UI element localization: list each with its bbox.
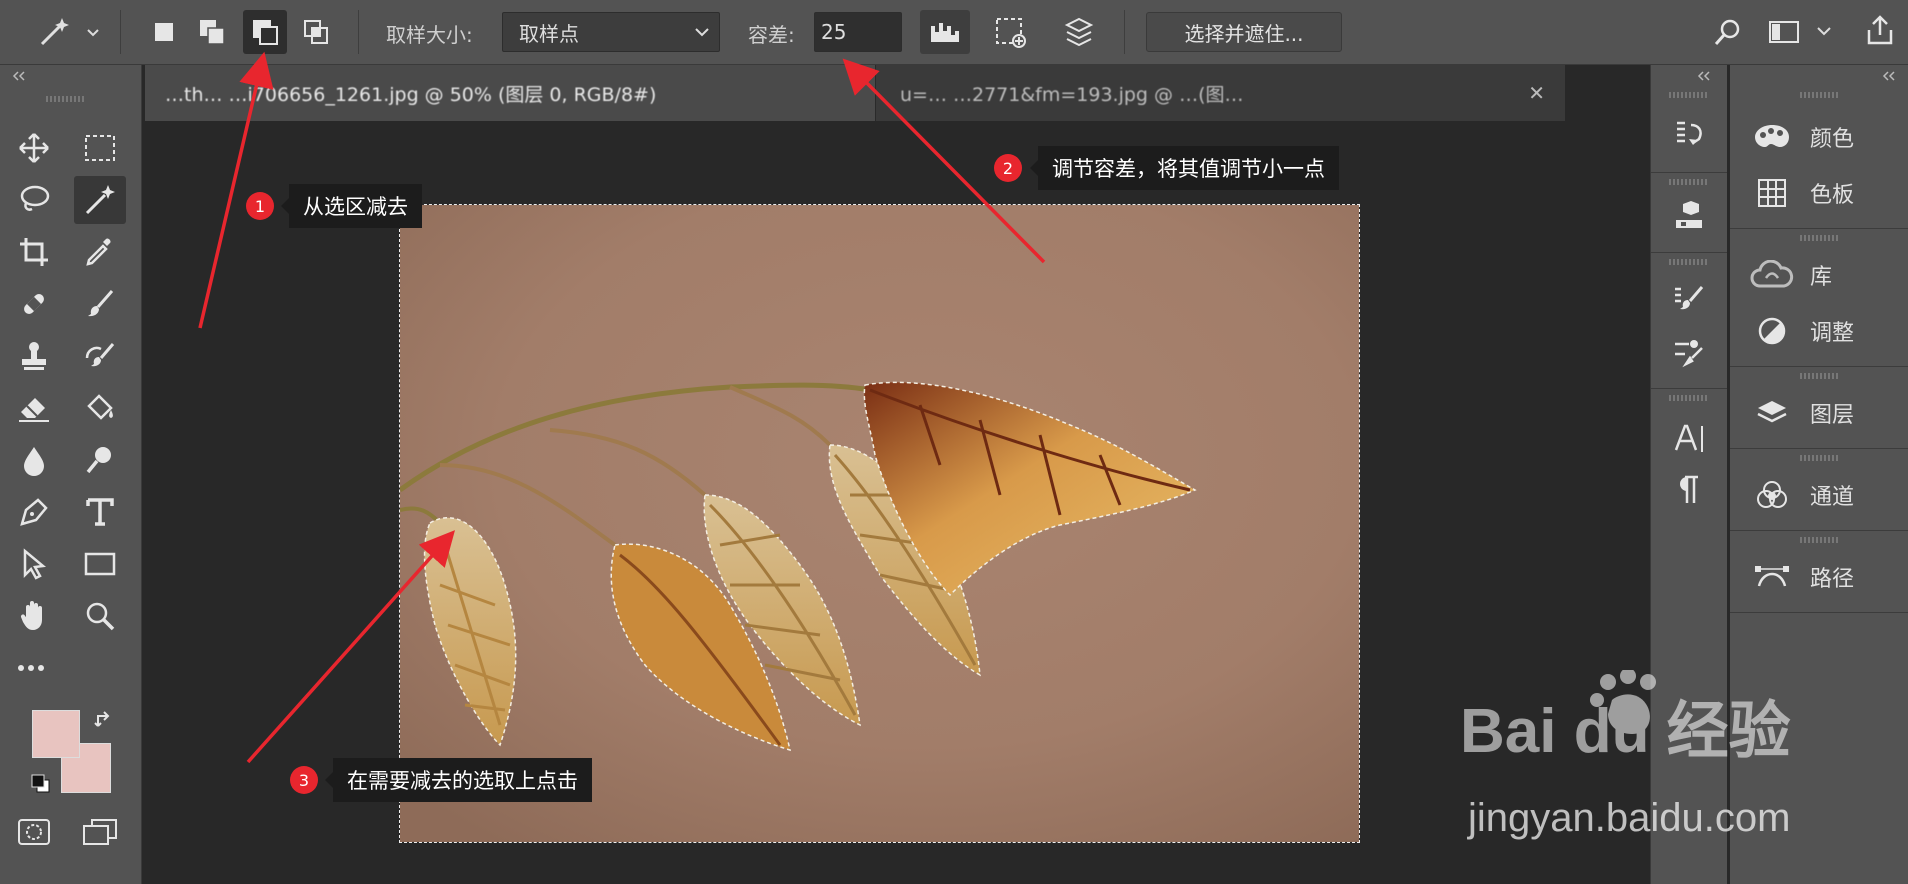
move-tool-icon[interactable]: [8, 124, 60, 172]
clone-stamp-tool-icon[interactable]: [8, 332, 60, 380]
panel-channels[interactable]: 通道: [1730, 469, 1908, 521]
paths-icon: [1748, 562, 1796, 592]
history-panel-icon[interactable]: [1663, 112, 1715, 160]
options-bar: 取样大小: 取样点 容差: 25 选择并遮住...: [0, 0, 1908, 65]
tab-document-2-label: u=… …2771&fm=193.jpg @ …(图…: [900, 83, 1244, 106]
swatches-grid-icon: [1748, 178, 1796, 208]
panel-libraries-label: 库: [1810, 265, 1833, 290]
subtract-from-selection-icon[interactable]: [243, 10, 287, 54]
path-selection-tool-icon[interactable]: [8, 540, 60, 588]
panel-channels-label: 通道: [1810, 485, 1855, 510]
panel-paths[interactable]: 路径: [1730, 551, 1908, 603]
annotation-2-number: 2: [994, 154, 1022, 182]
blur-tool-icon[interactable]: [8, 436, 60, 484]
hand-tool-icon[interactable]: [8, 592, 60, 640]
healing-brush-tool-icon[interactable]: [8, 280, 60, 328]
panel-color[interactable]: 颜色: [1730, 111, 1908, 163]
grass-seed-photo: [400, 205, 1359, 842]
history-brush-tool-icon[interactable]: [74, 332, 126, 380]
character-panel-icon[interactable]: [1663, 414, 1715, 462]
search-icon[interactable]: [1708, 12, 1748, 52]
sample-size-select[interactable]: 取样点: [502, 12, 720, 52]
crop-tool-icon[interactable]: [8, 228, 60, 276]
brush-tool-icon[interactable]: [74, 280, 126, 328]
panel-dock: 颜色 色板 库 调整 图层 通道 路径: [1730, 65, 1908, 884]
marquee-tool-icon[interactable]: [74, 124, 126, 172]
magic-wand-tool-preset-icon[interactable]: [28, 12, 100, 52]
document-tabs: …th… …i706656_1261.jpg @ 50% (图层 0, RGB/…: [145, 65, 1565, 121]
screen-mode-icon[interactable]: [74, 808, 126, 856]
anti-alias-icon[interactable]: [920, 10, 970, 54]
contiguous-icon[interactable]: [986, 10, 1036, 54]
chevron-down-icon: [695, 28, 709, 37]
panel-swatches[interactable]: 色板: [1730, 167, 1908, 219]
eraser-tool-icon[interactable]: [8, 384, 60, 432]
annotation-3-callout: 在需要减去的选取上点击: [325, 758, 592, 802]
panel-color-label: 颜色: [1810, 127, 1855, 152]
tab-document-2[interactable]: u=… …2771&fm=193.jpg @ …(图… ✕: [875, 65, 1565, 121]
tab-document-1[interactable]: …th… …i706656_1261.jpg @ 50% (图层 0, RGB/…: [145, 65, 875, 121]
type-tool-icon[interactable]: [74, 488, 126, 536]
annotation-1-number: 1: [246, 192, 274, 220]
adjustments-icon: [1748, 316, 1796, 346]
toolbar: [0, 65, 142, 884]
add-to-selection-icon[interactable]: [194, 14, 230, 50]
layers-icon: [1748, 398, 1796, 428]
collapse-panel-icon[interactable]: [1880, 71, 1898, 81]
workspace-icon[interactable]: [1766, 12, 1836, 52]
panel-adjustments-label: 调整: [1810, 321, 1855, 346]
eyedropper-tool-icon[interactable]: [74, 228, 126, 276]
collapse-column-icon[interactable]: [1695, 71, 1713, 81]
tolerance-input[interactable]: 25: [814, 12, 902, 52]
sample-size-value: 取样点: [519, 21, 579, 46]
baidu-watermark-logo: Bai du 经验: [1460, 668, 1800, 766]
tool-presets-icon[interactable]: [1663, 328, 1715, 376]
swap-colors-icon[interactable]: [94, 710, 116, 732]
panel-swatches-label: 色板: [1810, 183, 1855, 208]
3d-panel-icon[interactable]: [1663, 192, 1715, 240]
watermark-brand: Bai du 经验: [1460, 697, 1791, 760]
dodge-tool-icon[interactable]: [74, 436, 126, 484]
collapsed-panel-column: [1650, 65, 1727, 884]
edit-toolbar-icon[interactable]: [8, 644, 60, 692]
annotation-2-callout: 调节容差，将其值调节小一点: [1030, 146, 1339, 190]
paragraph-panel-icon[interactable]: [1663, 466, 1715, 514]
rectangle-tool-icon[interactable]: [74, 540, 126, 588]
close-tab-icon[interactable]: ✕: [1528, 81, 1545, 105]
document-image[interactable]: [399, 204, 1360, 843]
watermark-url: jingyan.baidu.com: [1468, 796, 1791, 840]
annotation-1-callout: 从选区减去: [281, 184, 422, 228]
quick-mask-icon[interactable]: [8, 808, 60, 856]
collapse-toolbar-icon[interactable]: [10, 71, 28, 81]
zoom-tool-icon[interactable]: [74, 592, 126, 640]
paint-bucket-tool-icon[interactable]: [74, 384, 126, 432]
share-icon[interactable]: [1860, 10, 1900, 50]
channels-icon: [1748, 479, 1796, 511]
panel-layers[interactable]: 图层: [1730, 387, 1908, 439]
select-and-mask-button[interactable]: 选择并遮住...: [1146, 12, 1342, 52]
panel-paths-label: 路径: [1810, 567, 1855, 592]
tab-document-1-label: …th… …i706656_1261.jpg @ 50% (图层 0, RGB/…: [165, 83, 657, 106]
annotation-3-number: 3: [290, 766, 318, 794]
new-selection-icon[interactable]: [146, 14, 182, 50]
magic-wand-tool-icon[interactable]: [74, 176, 126, 224]
panel-adjustments[interactable]: 调整: [1730, 305, 1908, 357]
brush-settings-icon[interactable]: [1663, 276, 1715, 324]
palette-icon: [1748, 122, 1796, 152]
sample-all-layers-icon[interactable]: [1054, 10, 1104, 54]
pen-tool-icon[interactable]: [8, 488, 60, 536]
lasso-tool-icon[interactable]: [8, 176, 60, 224]
sample-size-label: 取样大小:: [386, 23, 473, 47]
panel-libraries[interactable]: 库: [1730, 249, 1908, 301]
panel-layers-label: 图层: [1810, 403, 1855, 428]
libraries-cloud-icon: [1748, 260, 1796, 290]
default-colors-icon[interactable]: [30, 773, 52, 795]
foreground-color-swatch[interactable]: [32, 710, 80, 758]
intersect-with-selection-icon[interactable]: [298, 14, 334, 50]
tolerance-label: 容差:: [748, 23, 795, 47]
